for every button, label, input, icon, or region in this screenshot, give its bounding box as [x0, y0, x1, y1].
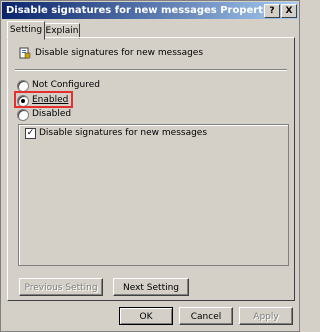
radio-not-configured-label[interactable]: Not Configured: [32, 80, 100, 90]
options-box: [18, 124, 289, 266]
radio-disabled-label[interactable]: Disabled: [32, 109, 71, 119]
policy-name: Disable signatures for new messages: [35, 48, 204, 58]
previous-setting-button[interactable]: Previous Setting: [19, 278, 103, 296]
highlight-box: [14, 91, 73, 108]
divider: [15, 69, 287, 71]
cancel-button[interactable]: Cancel: [179, 307, 233, 325]
help-button[interactable]: ?: [264, 4, 280, 18]
close-button[interactable]: X: [281, 4, 297, 18]
signatures-checkbox-label[interactable]: Disable signatures for new messages: [39, 128, 207, 138]
signatures-checkbox[interactable]: ✓: [25, 128, 36, 139]
properties-dialog: Disable signatures for new messages Prop…: [0, 0, 300, 332]
tab-setting[interactable]: Setting: [7, 21, 45, 40]
apply-button[interactable]: Apply: [239, 307, 293, 325]
window-title: Disable signatures for new messages Prop…: [6, 5, 280, 16]
next-setting-button[interactable]: Next Setting: [113, 278, 189, 296]
title-bar[interactable]: Disable signatures for new messages Prop…: [2, 2, 298, 19]
policy-setting-icon: [19, 47, 31, 59]
ok-button[interactable]: OK: [119, 307, 173, 325]
radio-disabled[interactable]: [17, 109, 29, 121]
